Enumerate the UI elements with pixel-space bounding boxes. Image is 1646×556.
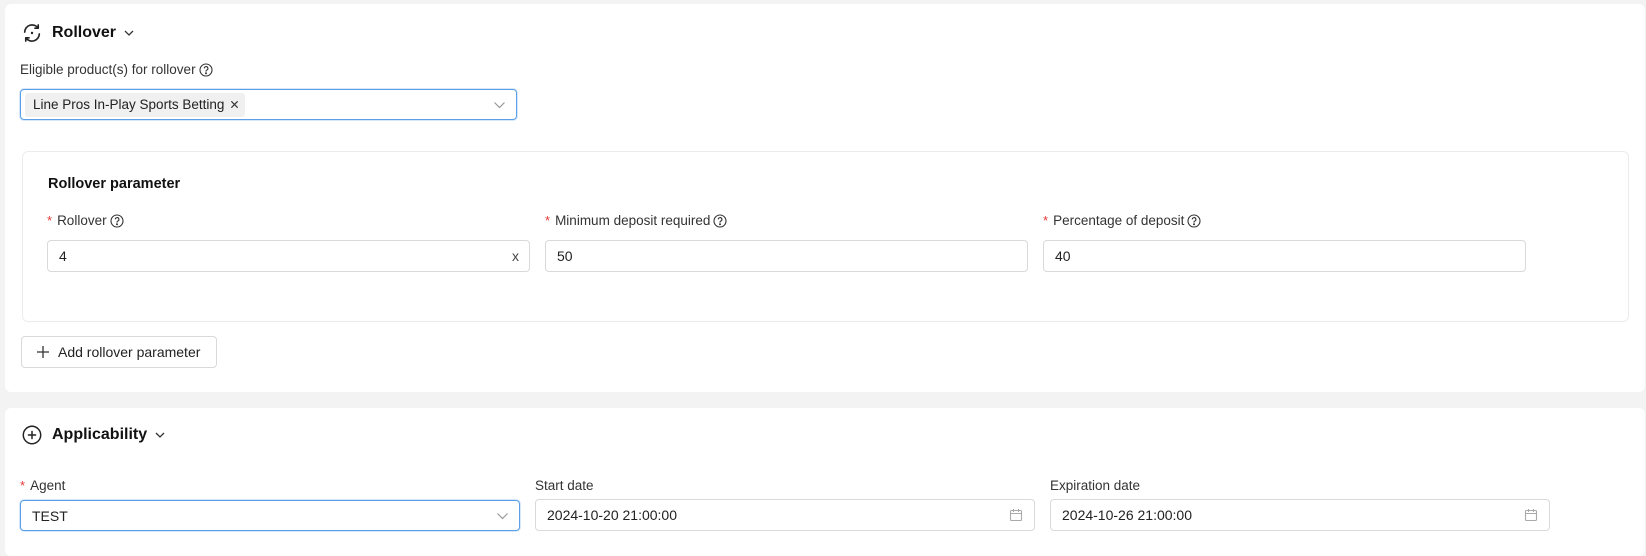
calendar-icon[interactable] xyxy=(1524,508,1538,522)
close-icon[interactable] xyxy=(230,100,239,109)
product-tag-label: Line Pros In-Play Sports Betting xyxy=(33,97,225,112)
question-circle-icon[interactable] xyxy=(1187,213,1201,228)
required-marker: * xyxy=(1043,213,1049,228)
rollover-input[interactable]: 4 x xyxy=(47,240,530,272)
percentage-label: * Percentage of deposit xyxy=(1043,213,1201,228)
rollover-parameter-title: Rollover parameter xyxy=(48,176,181,192)
start-date-picker[interactable]: 2024-10-20 21:00:00 xyxy=(535,499,1035,531)
required-marker: * xyxy=(545,213,551,228)
min-deposit-label: * Minimum deposit required xyxy=(545,213,727,228)
calendar-icon[interactable] xyxy=(1009,508,1023,522)
add-rollover-parameter-label: Add rollover parameter xyxy=(58,344,201,360)
start-date-label: Start date xyxy=(535,478,594,493)
rollover-section-header[interactable]: Rollover xyxy=(21,21,135,45)
rollover-label: * Rollover xyxy=(47,213,124,228)
agent-label: * Agent xyxy=(20,478,66,493)
rotate-arrows-icon xyxy=(23,24,41,42)
question-circle-icon[interactable] xyxy=(713,213,727,228)
expiration-date-label: Expiration date xyxy=(1050,478,1141,493)
rollover-section-card: Rollover Eligible product(s) for rollove… xyxy=(5,4,1645,392)
agent-select[interactable]: TEST xyxy=(20,500,520,531)
min-deposit-input[interactable]: 50 xyxy=(545,240,1028,272)
rollover-suffix: x xyxy=(512,248,519,264)
required-marker: * xyxy=(47,213,53,228)
add-rollover-parameter-button[interactable]: Add rollover parameter xyxy=(21,336,217,368)
chevron-down-icon[interactable] xyxy=(493,99,506,111)
chevron-down-icon[interactable] xyxy=(496,510,509,522)
question-circle-icon[interactable] xyxy=(110,213,124,228)
expiration-date-picker[interactable]: 2024-10-26 21:00:00 xyxy=(1050,499,1550,531)
chevron-down-icon xyxy=(124,30,134,36)
applicability-section-card: Applicability * Agent TEST Start date 20… xyxy=(5,408,1645,556)
question-circle-icon[interactable] xyxy=(199,62,213,77)
percentage-input[interactable]: 40 xyxy=(1043,240,1526,272)
plus-icon xyxy=(37,346,49,358)
required-marker: * xyxy=(20,478,26,493)
plus-circle-icon xyxy=(22,425,42,445)
eligible-products-select[interactable]: Line Pros In-Play Sports Betting xyxy=(20,89,517,120)
rollover-parameter-box: Rollover parameter * Rollover 4 x * Mini… xyxy=(22,151,1629,322)
applicability-section-header[interactable]: Applicability xyxy=(21,423,166,447)
product-tag: Line Pros In-Play Sports Betting xyxy=(25,92,246,117)
rollover-section-title: Rollover xyxy=(52,24,117,41)
eligible-products-label: Eligible product(s) for rollover xyxy=(20,62,213,77)
applicability-section-title: Applicability xyxy=(52,426,148,443)
chevron-down-icon xyxy=(155,432,165,438)
